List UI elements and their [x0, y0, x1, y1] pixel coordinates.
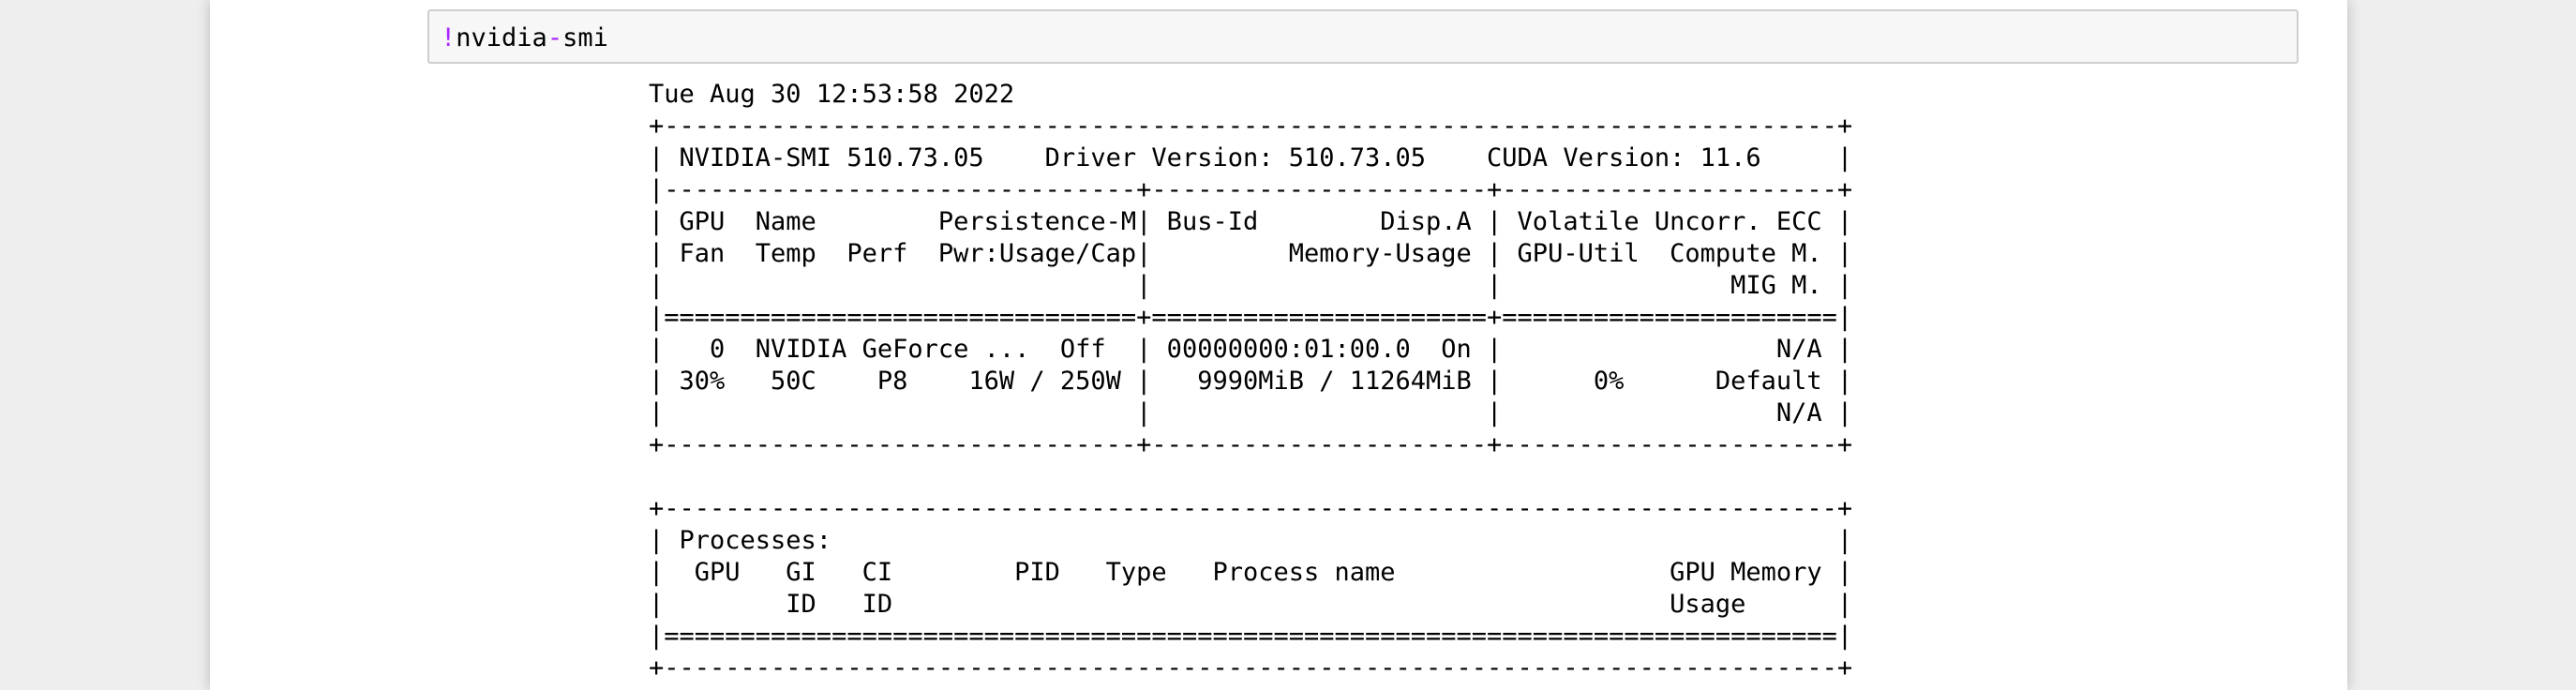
shell-bang: !: [441, 23, 457, 52]
code-editor[interactable]: !nvidia-smi: [427, 9, 2299, 64]
code-line[interactable]: !nvidia-smi: [441, 22, 608, 54]
notebook-container: In [6]: !nvidia-smi Tue Aug 30 12:53:58 …: [210, 0, 2347, 690]
command-name-part: nvidia: [456, 23, 547, 52]
cell-output-text: Tue Aug 30 12:53:58 2022 +--------------…: [649, 80, 1853, 682]
command-operator: -: [547, 23, 563, 52]
output-area: Tue Aug 30 12:53:58 2022 +--------------…: [649, 79, 2280, 684]
command-name-part: smi: [562, 23, 608, 52]
